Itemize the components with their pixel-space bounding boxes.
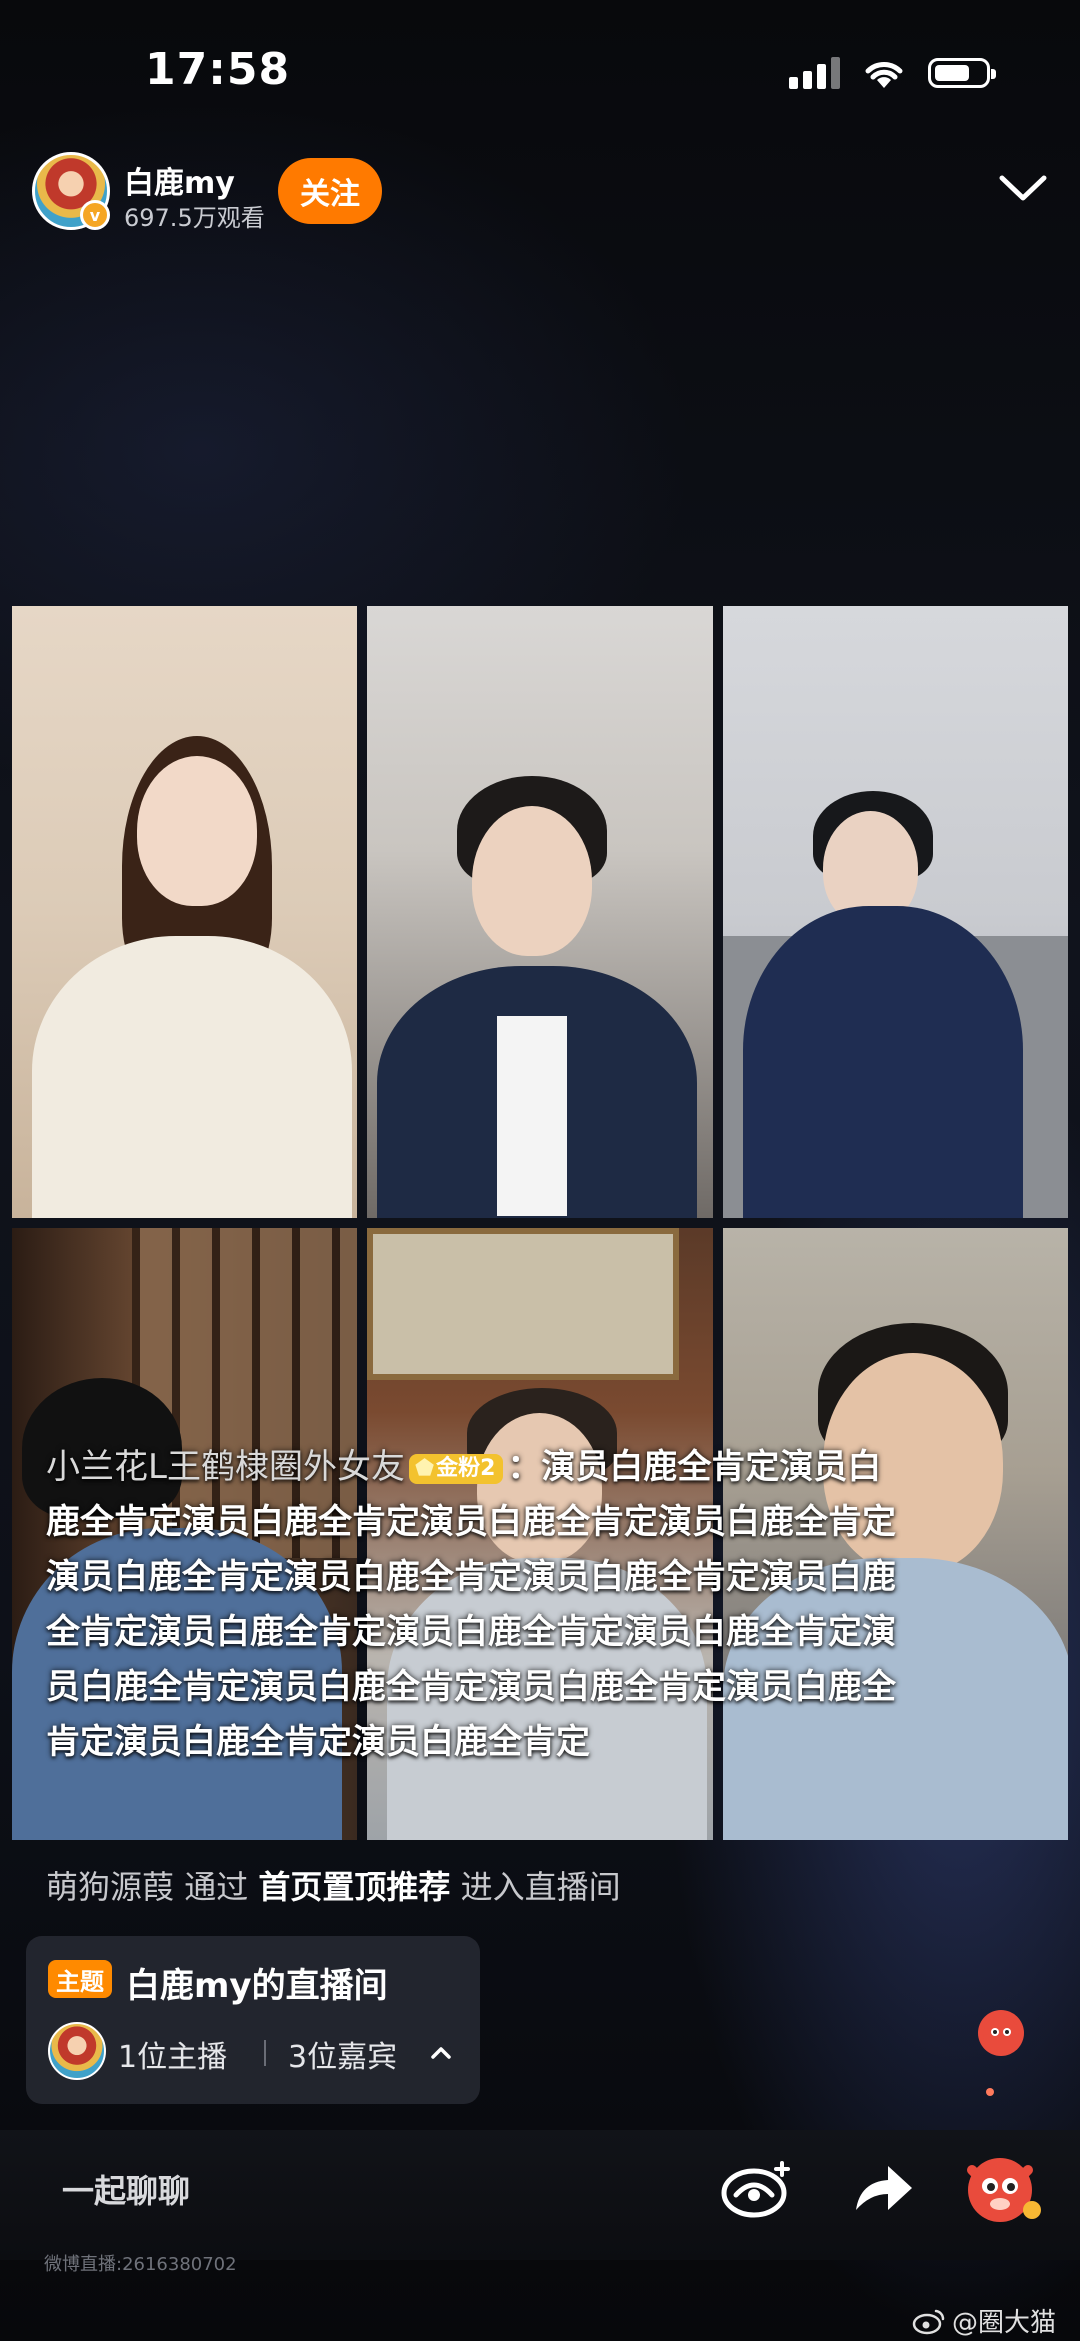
wifi-icon (865, 62, 903, 88)
chat-comment: 小兰花L王鹤棣圈外女友 ⬟金粉2 ：演员白鹿全肯定演员白鹿全肯定演员白鹿全肯定演员白… (46, 1440, 906, 1770)
topic-tag: 主题 (48, 1960, 112, 1998)
video-tile-guest-1[interactable] (367, 606, 713, 1218)
person-face (472, 806, 593, 956)
person-body (32, 936, 352, 1218)
signal-bars-icon (789, 57, 840, 89)
comment-separator: ： (507, 1447, 542, 1487)
status-time: 17:58 (145, 44, 291, 95)
follow-button[interactable]: 关注 (278, 158, 382, 224)
video-tile-guest-2[interactable] (722, 606, 1068, 1218)
topic-title: 白鹿my的直播间 (126, 1966, 388, 2006)
weibo-logo-icon (912, 2309, 945, 2334)
person-shirt (497, 1016, 568, 1216)
entry-source: 首页置顶推荐 (258, 1868, 451, 1906)
gem-icon: ⬟ (414, 1455, 435, 1481)
battery-icon (928, 58, 996, 88)
comment-text: 演员白鹿全肯定演员白鹿全肯定演员白鹿全肯定演员白鹿全肯定演员白鹿全肯定演员白鹿全… (46, 1447, 896, 1762)
host-name[interactable]: 白鹿my (124, 158, 235, 202)
floating-mascot-icon[interactable] (978, 2010, 1024, 2056)
chat-input[interactable]: 一起聊聊 (62, 2166, 190, 2212)
entry-action: 进入直播间 (460, 1868, 621, 1906)
topic-card[interactable]: 主题 白鹿my的直播间 1位主播 3位嘉宾 (26, 1936, 480, 2104)
chevron-down-icon[interactable] (996, 168, 1050, 208)
watermark: @圈大猫 (912, 2302, 1056, 2339)
entry-notice: 萌狗源葭 通过 首页置顶推荐 进入直播间 (46, 1862, 621, 1908)
gift-icon[interactable] (718, 2155, 794, 2221)
watermark-text: @圈大猫 (952, 2308, 1057, 2338)
chevron-up-icon[interactable] (430, 2042, 452, 2064)
fan-badge: ⬟金粉2 (408, 1453, 504, 1484)
view-count: 697.5万观看 (124, 204, 265, 232)
stream-id: 微博直播:2616380702 (44, 2254, 237, 2275)
mascot-icon[interactable] (962, 2150, 1044, 2226)
person-body (742, 906, 1023, 1218)
host-count[interactable]: 1位主播 (118, 2032, 227, 2076)
status-icons (789, 56, 996, 90)
comment-username[interactable]: 小兰花L王鹤棣圈外女友 (46, 1447, 405, 1487)
video-tile-host[interactable] (12, 606, 358, 1218)
battery-level (935, 65, 969, 81)
guest-count[interactable]: 3位嘉宾 (288, 2032, 397, 2076)
fan-badge-label: 金粉2 (436, 1455, 496, 1481)
mascot-face-icon (983, 2016, 1019, 2052)
entry-user: 萌狗源葭 (46, 1868, 175, 1906)
divider (264, 2040, 266, 2066)
indicator-dot (986, 2088, 994, 2096)
share-arrow-icon[interactable] (850, 2160, 916, 2216)
entry-via: 通过 (184, 1868, 249, 1906)
host-mini-avatar (48, 2022, 106, 2080)
verified-badge: v (80, 200, 110, 230)
person-face (137, 756, 257, 906)
wall-painting (367, 1228, 680, 1380)
